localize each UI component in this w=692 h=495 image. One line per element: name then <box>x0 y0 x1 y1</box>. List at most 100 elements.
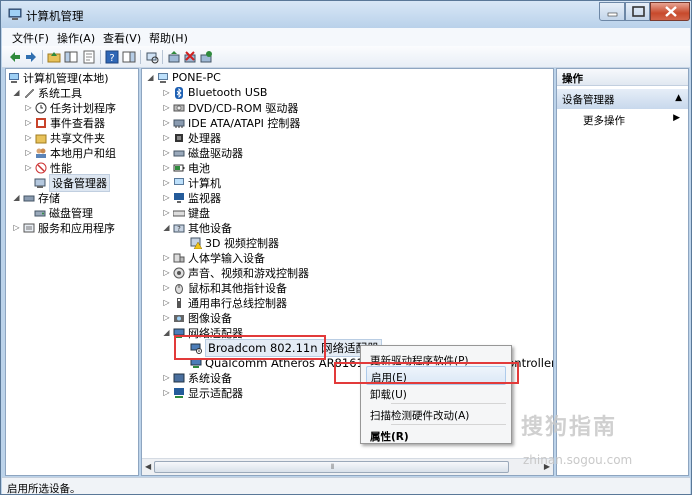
tree-item-system-tools[interactable]: ◢ 系统工具 <box>12 85 82 100</box>
storage-icon <box>23 192 35 204</box>
tree-item-storage[interactable]: ◢ 存储 <box>12 190 60 205</box>
usb-icon <box>173 297 185 309</box>
device-category-computer[interactable]: ▷ 计算机 <box>162 175 221 190</box>
collapse-arrow-icon[interactable]: ◢ <box>146 73 155 82</box>
expand-arrow-icon[interactable]: ▷ <box>162 163 171 172</box>
collapse-arrow-icon[interactable]: ◢ <box>162 223 171 232</box>
console-tree-pane: 计算机管理(本地) ◢ 系统工具 ▷ 任务计划程序 ▷ 事件查看器 ▷ 共享文件… <box>5 68 139 476</box>
menu-help[interactable]: 帮助(H) <box>149 30 188 46</box>
expand-arrow-icon[interactable]: ▷ <box>162 133 171 142</box>
display-adapter-icon <box>173 387 185 399</box>
expand-arrow-icon[interactable]: ▷ <box>162 253 171 262</box>
device-category-imaging[interactable]: ▷ 图像设备 <box>162 310 232 325</box>
device-category-mouse[interactable]: ▷ 鼠标和其他指针设备 <box>162 280 287 295</box>
menu-file[interactable]: 文件(F) <box>12 30 49 46</box>
menu-bar: 文件(F) 操作(A) 查看(V) 帮助(H) <box>2 28 690 46</box>
collapse-up-icon[interactable]: ▲ <box>675 93 682 103</box>
collapse-arrow-icon[interactable]: ◢ <box>162 328 171 337</box>
device-category-bluetooth[interactable]: ▷ Bluetooth USB <box>162 85 267 100</box>
tree-item-task-scheduler[interactable]: ▷ 任务计划程序 <box>24 100 116 115</box>
show-hide-tree-icon[interactable] <box>64 50 78 64</box>
device-category-display[interactable]: ▷ 显示适配器 <box>162 385 243 400</box>
close-button[interactable] <box>650 2 690 21</box>
services-icon <box>23 222 35 234</box>
device-category-dvd[interactable]: ▷ DVD/CD-ROM 驱动器 <box>162 100 298 115</box>
toolbar: ? <box>2 46 690 68</box>
tree-item-device-manager[interactable]: 设备管理器 <box>34 173 110 192</box>
device-category-other[interactable]: ◢ ? 其他设备 <box>162 220 232 235</box>
device-category-usb[interactable]: ▷ 通用串行总线控制器 <box>162 295 287 310</box>
other-devices-icon: ? <box>173 222 185 234</box>
back-icon[interactable] <box>8 50 22 64</box>
tree-item-local-users[interactable]: ▷ 本地用户和组 <box>24 145 116 160</box>
menu-view[interactable]: 查看(V) <box>103 30 141 46</box>
device-category-hid[interactable]: ▷ 人体学输入设备 <box>162 250 265 265</box>
menu-separator <box>391 403 506 404</box>
minimize-icon <box>607 12 618 17</box>
expand-arrow-icon[interactable]: ▷ <box>162 208 171 217</box>
enable-device-icon[interactable] <box>199 50 213 64</box>
menu-scan-hardware[interactable]: 扫描检测硬件改动(A) <box>366 405 506 424</box>
expand-arrow-icon[interactable]: ▷ <box>24 163 33 172</box>
maximize-icon <box>632 6 645 17</box>
expand-arrow-icon[interactable]: ▷ <box>162 268 171 277</box>
expand-arrow-icon[interactable]: ▷ <box>162 298 171 307</box>
tree-item-computer-management[interactable]: 计算机管理(本地) <box>8 70 109 85</box>
scan-hardware-icon[interactable] <box>145 50 159 64</box>
title-bar: 计算机管理 <box>1 1 691 28</box>
device-category-keyboard[interactable]: ▷ 键盘 <box>162 205 210 220</box>
expand-arrow-icon[interactable]: ▷ <box>162 118 171 127</box>
device-tree-root[interactable]: ◢ PONE-PC <box>146 70 220 85</box>
expand-arrow-icon[interactable]: ▷ <box>162 373 171 382</box>
expand-arrow-icon[interactable]: ▷ <box>162 193 171 202</box>
forward-icon[interactable] <box>24 50 38 64</box>
device-category-sound[interactable]: ▷ 声音、视频和游戏控制器 <box>162 265 309 280</box>
minimize-button[interactable] <box>599 2 625 21</box>
device-category-disk[interactable]: ▷ 磁盘驱动器 <box>162 145 243 160</box>
tree-item-event-viewer[interactable]: ▷ 事件查看器 <box>24 115 105 130</box>
collapse-arrow-icon[interactable]: ◢ <box>12 193 21 202</box>
show-hide-action-pane-icon[interactable] <box>122 50 136 64</box>
actions-section-device-manager[interactable]: 设备管理器 ▲ <box>557 89 688 109</box>
expand-arrow-icon[interactable]: ▷ <box>162 388 171 397</box>
clock-icon <box>35 102 47 114</box>
battery-icon <box>173 162 185 174</box>
device-category-battery[interactable]: ▷ 电池 <box>162 160 210 175</box>
expand-arrow-icon[interactable]: ▷ <box>162 313 171 322</box>
expand-arrow-icon[interactable]: ▷ <box>12 223 21 232</box>
expand-arrow-icon[interactable]: ▷ <box>24 103 33 112</box>
up-folder-icon[interactable] <box>47 50 61 64</box>
expand-arrow-icon[interactable]: ▷ <box>24 118 33 127</box>
scrollbar-thumb[interactable]: ⦀ <box>154 461 509 473</box>
more-actions-link[interactable]: 更多操作 <box>583 113 625 128</box>
maximize-button[interactable] <box>625 2 650 21</box>
device-category-system[interactable]: ▷ 系统设备 <box>162 370 232 385</box>
computer-management-icon <box>8 7 22 21</box>
device-category-monitor[interactable]: ▷ 监视器 <box>162 190 221 205</box>
uninstall-icon[interactable] <box>183 50 197 64</box>
horizontal-scrollbar[interactable]: ◀ ⦀ ▶ <box>142 458 553 475</box>
tree-item-disk-management[interactable]: 磁盘管理 <box>34 205 93 220</box>
context-menu: 更新驱动程序软件(P)... 启用(E) 卸载(U) 扫描检测硬件改动(A) 属… <box>360 345 512 444</box>
expand-arrow-icon[interactable]: ▷ <box>162 283 171 292</box>
expand-arrow-icon[interactable]: ▷ <box>24 148 33 157</box>
tree-item-shared-folders[interactable]: ▷ 共享文件夹 <box>24 130 105 145</box>
tree-item-services-apps[interactable]: ▷ 服务和应用程序 <box>12 220 115 235</box>
expand-arrow-icon[interactable]: ▷ <box>162 103 171 112</box>
device-category-processor[interactable]: ▷ 处理器 <box>162 130 221 145</box>
help-icon[interactable]: ? <box>105 50 119 64</box>
update-driver-icon[interactable] <box>167 50 181 64</box>
expand-arrow-icon[interactable]: ▷ <box>162 148 171 157</box>
expand-arrow-icon[interactable]: ▷ <box>162 178 171 187</box>
device-category-ide[interactable]: ▷ IDE ATA/ATAPI 控制器 <box>162 115 300 130</box>
collapse-arrow-icon[interactable]: ◢ <box>12 88 21 97</box>
expand-arrow-icon[interactable]: ▷ <box>162 88 171 97</box>
expand-arrow-icon[interactable]: ▷ <box>24 133 33 142</box>
properties-sheet-icon[interactable] <box>82 50 96 64</box>
computer-icon <box>173 177 185 189</box>
menu-uninstall[interactable]: 卸载(U) <box>366 384 506 403</box>
scroll-left-icon[interactable]: ◀ <box>145 462 151 471</box>
menu-properties[interactable]: 属性(R) <box>366 426 506 445</box>
device-3d-video-controller[interactable]: 3D 视频控制器 <box>190 235 279 250</box>
menu-action[interactable]: 操作(A) <box>57 30 95 46</box>
